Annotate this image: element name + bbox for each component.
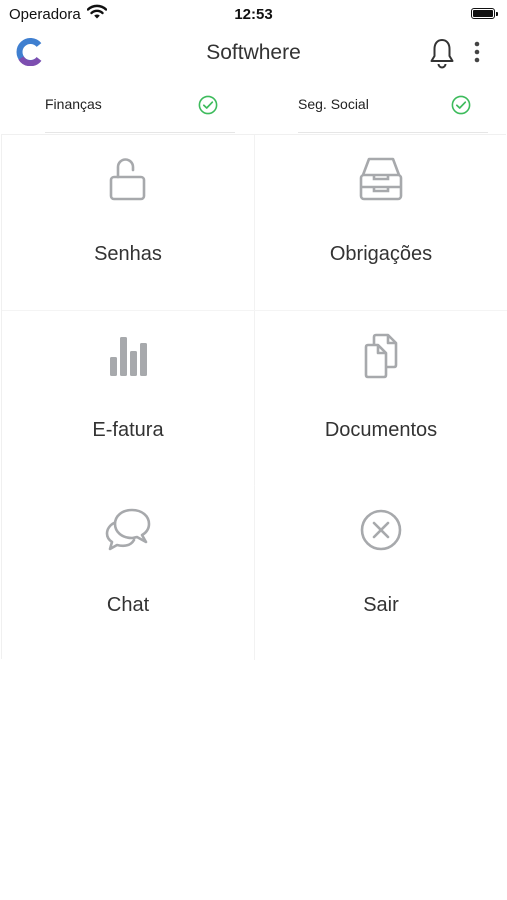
status-tabs: Finanças Seg. Social [0, 86, 507, 134]
tile-label: Documentos [324, 419, 438, 441]
bar-chart-icon [110, 337, 147, 376]
status-tab-label: Finanças [45, 96, 102, 112]
documents-icon [364, 333, 398, 379]
close-circle-icon [360, 509, 402, 551]
tile-sair[interactable]: Sair [255, 486, 507, 661]
more-options-icon[interactable] [467, 40, 487, 66]
app-header: Softwhere [0, 28, 507, 78]
tile-senhas[interactable]: Senhas [2, 135, 254, 310]
inbox-tray-icon [359, 157, 403, 201]
chat-bubbles-icon [105, 508, 151, 551]
unlocked-padlock-icon [109, 158, 146, 201]
tile-label: Sair [363, 594, 399, 616]
tile-label: Chat [106, 594, 150, 616]
tile-label: Senhas [94, 243, 162, 265]
tile-label: Obrigações [329, 243, 433, 265]
check-circle-icon [198, 95, 218, 115]
status-tab-financas[interactable]: Finanças [45, 86, 235, 133]
status-tab-seg-social[interactable]: Seg. Social [298, 86, 488, 133]
status-time: 12:53 [234, 6, 273, 23]
tile-documentos[interactable]: Documentos [255, 311, 507, 486]
check-circle-icon [451, 95, 471, 115]
tile-obrigacoes[interactable]: Obrigações [255, 135, 507, 310]
notifications-bell-icon[interactable] [428, 37, 456, 69]
tile-label: E-fatura [92, 419, 164, 441]
status-bar: Operadora 12:53 [0, 0, 507, 28]
tile-e-fatura[interactable]: E-fatura [2, 311, 254, 486]
menu-grid: Senhas Obrigações E-fatura Documentos Ch… [1, 134, 507, 661]
status-tab-label: Seg. Social [298, 96, 369, 112]
battery-icon [471, 8, 498, 19]
tile-chat[interactable]: Chat [2, 486, 254, 661]
